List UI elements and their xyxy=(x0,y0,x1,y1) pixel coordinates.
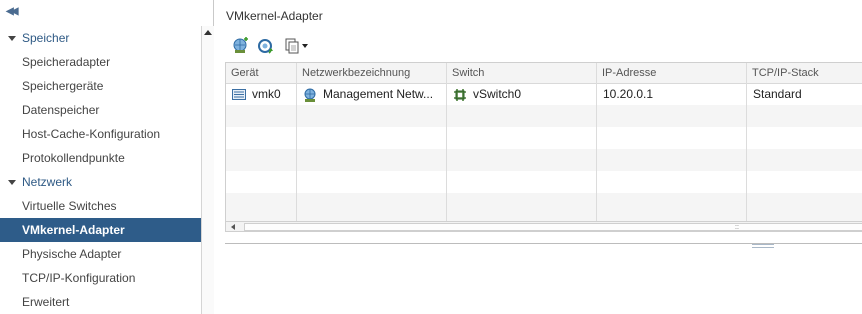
sidebar-nav: Speicher Speicheradapter Speichergeräte … xyxy=(0,26,201,314)
table-row-empty xyxy=(226,193,862,221)
sidebar-section-netzwerk[interactable]: Netzwerk xyxy=(0,170,201,194)
expand-triangle-icon xyxy=(8,180,16,186)
cell-device: vmk0 xyxy=(226,83,297,105)
horizontal-scrollbar[interactable]: :: xyxy=(226,221,862,231)
add-network-icon xyxy=(233,37,248,53)
column-header-switch[interactable]: Switch xyxy=(447,63,597,83)
scroll-up-icon[interactable] xyxy=(204,30,212,35)
sidebar-item-speichergeraete[interactable]: Speichergeräte xyxy=(0,74,201,98)
device-name: vmk0 xyxy=(252,87,281,101)
scroll-grip-icon: :: xyxy=(735,224,739,231)
port-group-icon xyxy=(304,88,316,102)
refresh-button[interactable] xyxy=(257,37,275,55)
column-header-ip[interactable]: IP-Adresse xyxy=(597,63,747,83)
splitter-handle[interactable] xyxy=(752,244,774,248)
collapse-icon: ◀◀ xyxy=(6,6,19,17)
add-networking-button[interactable] xyxy=(232,37,250,55)
network-label: Management Netw... xyxy=(323,87,434,101)
sidebar-item-datenspeicher[interactable]: Datenspeicher xyxy=(0,98,201,122)
copy-dropdown-icon xyxy=(285,38,308,54)
main-panel: VMkernel-Adapter Gerät Netzwerkbezeichnu… xyxy=(214,0,862,314)
sidebar-item-tcpip-konfiguration[interactable]: TCP/IP-Konfiguration xyxy=(0,266,201,290)
sidebar-item-protokollendpunkte[interactable]: Protokollendpunkte xyxy=(0,146,201,170)
table-row-empty xyxy=(226,105,862,127)
sidebar: ◀◀ Speicher Speicheradapter Speichergerä… xyxy=(0,0,214,314)
cell-network: Management Netw... xyxy=(297,83,447,105)
scrollbar-thumb[interactable]: :: xyxy=(244,223,862,231)
scroll-left-icon[interactable] xyxy=(231,224,235,230)
column-header-stack[interactable]: TCP/IP-Stack xyxy=(747,63,862,83)
switch-name: vSwitch0 xyxy=(473,87,522,101)
sidebar-scrollbar[interactable] xyxy=(201,26,214,314)
table-row[interactable]: vmk0 Management Netw... vSwitch0 10.20.0… xyxy=(226,83,862,105)
sidebar-item-virtuelle-switches[interactable]: Virtuelle Switches xyxy=(0,194,201,218)
refresh-icon xyxy=(258,39,273,54)
page-title: VMkernel-Adapter xyxy=(226,9,323,23)
sidebar-item-host-cache[interactable]: Host-Cache-Konfiguration xyxy=(0,122,201,146)
vswitch-icon xyxy=(454,88,466,101)
sidebar-section-speicher[interactable]: Speicher xyxy=(0,26,201,50)
section-label: Speicher xyxy=(22,31,70,45)
column-header-device[interactable]: Gerät xyxy=(226,63,297,83)
table-row-empty xyxy=(226,127,862,149)
table-row-empty xyxy=(226,149,862,171)
table-row-empty xyxy=(226,171,862,193)
sidebar-collapse-button[interactable]: ◀◀ xyxy=(0,0,213,28)
column-header-network[interactable]: Netzwerkbezeichnung xyxy=(297,63,447,83)
sidebar-item-physische-adapter[interactable]: Physische Adapter xyxy=(0,242,201,266)
vmkernel-nic-icon xyxy=(232,89,246,101)
cell-stack: Standard xyxy=(753,87,802,101)
sidebar-item-erweitert[interactable]: Erweitert xyxy=(0,290,201,314)
table-header-row: Gerät Netzwerkbezeichnung Switch IP-Adre… xyxy=(226,63,862,84)
cell-ip: 10.20.0.1 xyxy=(597,83,747,105)
vmkernel-adapter-table: Gerät Netzwerkbezeichnung Switch IP-Adre… xyxy=(225,62,862,232)
copy-menu-button[interactable] xyxy=(284,37,310,55)
sidebar-item-speicheradapter[interactable]: Speicheradapter xyxy=(0,50,201,74)
section-label: Netzwerk xyxy=(22,175,73,189)
sidebar-item-vmkernel-adapter[interactable]: VMkernel-Adapter xyxy=(0,218,201,242)
cell-switch: vSwitch0 xyxy=(447,83,597,105)
expand-triangle-icon xyxy=(8,36,16,42)
